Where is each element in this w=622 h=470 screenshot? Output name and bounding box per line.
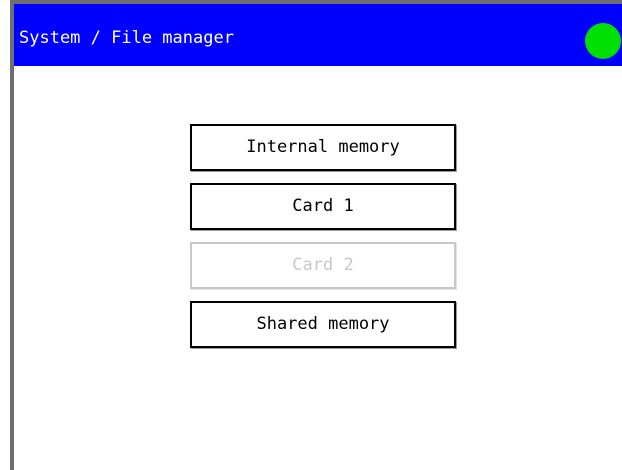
status-indicator-icon [585, 23, 621, 59]
file-manager-screen: System / File manager Internal memory Ca… [0, 0, 622, 470]
header-bar: System / File manager [14, 4, 622, 66]
shared-memory-button[interactable]: Shared memory [190, 301, 456, 348]
storage-options-list: Internal memory Card 1 Card 2 Shared mem… [190, 124, 456, 360]
card-1-button[interactable]: Card 1 [190, 183, 456, 230]
internal-memory-button[interactable]: Internal memory [190, 124, 456, 171]
card-2-button: Card 2 [190, 242, 456, 289]
screen-left-border [10, 0, 14, 470]
page-title: System / File manager [19, 28, 234, 48]
